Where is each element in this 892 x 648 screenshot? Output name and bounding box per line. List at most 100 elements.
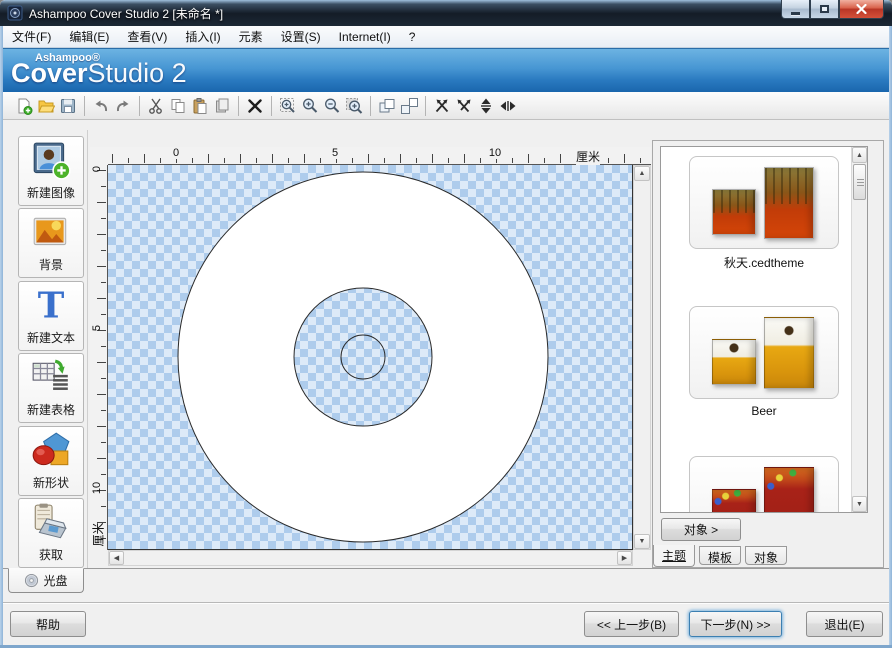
tab-template[interactable]: 模板 [699,546,741,565]
scroll-up-arrow[interactable]: ▲ [852,147,867,163]
menu-settings[interactable]: 设置(S) [272,25,330,48]
menu-view[interactable]: 查看(V) [118,25,176,48]
template-item-beer[interactable]: Beer [661,306,867,447]
scroll-up-arrow[interactable]: ▲ [634,166,650,181]
next-button[interactable]: 下一步(N) >> [689,611,782,637]
tab-theme[interactable]: 主题 [653,545,695,567]
delete-button[interactable] [244,95,266,117]
canvas-horizontal-scrollbar[interactable]: ◀ ▶ [108,550,633,566]
sidebar-button-new-image[interactable]: 新建图像 [18,136,84,206]
mirror-horizontal-button[interactable] [431,95,453,117]
scroll-down-arrow[interactable]: ▼ [634,534,650,549]
redo-icon [114,97,132,115]
distribute-vertical-icon [477,97,495,115]
product-rest: Studio 2 [88,58,187,88]
distribute-vertical-button[interactable] [475,95,497,117]
sidebar-label: 背景 [39,256,63,273]
scroll-right-arrow[interactable]: ▶ [617,551,632,565]
window-controls [781,0,884,19]
app-icon [7,5,23,21]
save-button[interactable] [57,95,79,117]
group-button[interactable] [376,95,398,117]
product-logo: CoverStudio 2 [11,60,889,86]
menu-internet[interactable]: Internet(I) [330,27,400,47]
paste-button[interactable] [189,95,211,117]
template-thumbnail[interactable] [689,456,839,513]
template-case-back [764,167,814,239]
scrollbar-thumb[interactable] [853,164,866,200]
zoom-fit-button[interactable] [343,95,365,117]
template-scrollbar[interactable]: ▲ ▼ [851,147,867,512]
h-ruler-label: 0 [171,147,181,159]
duplicate-button[interactable] [211,95,233,117]
scroll-left-arrow[interactable]: ◀ [109,551,124,565]
menu-element[interactable]: 元素 [230,25,272,48]
template-thumbnail[interactable] [689,306,839,399]
template-thumbnail[interactable] [689,156,839,249]
close-button[interactable] [839,0,884,19]
open-folder-button[interactable] [35,95,57,117]
sidebar-button-background[interactable]: 背景 [18,208,84,278]
toolbar [3,92,889,120]
new-text-icon: T [30,285,72,327]
minimize-button[interactable] [781,0,810,19]
sidebar-button-acquire[interactable]: 获取 [18,498,84,568]
sidebar-button-new-table[interactable]: 新建表格 [18,353,84,423]
sidebar-label: 新建表格 [27,401,75,418]
window-title: Ashampoo Cover Studio 2 [未命名 *] [29,5,223,22]
menu-help[interactable]: ? [400,27,425,47]
template-item-autumn[interactable]: 秋天.cedtheme [661,156,867,297]
tab-disc-page[interactable]: 光盘 [8,568,84,593]
ungroup-button[interactable] [398,95,420,117]
zoom-out-button[interactable] [321,95,343,117]
new-image-icon [30,140,72,182]
new-document-icon [15,97,33,115]
new-document-button[interactable] [13,95,35,117]
copy-button[interactable] [167,95,189,117]
undo-button[interactable] [90,95,112,117]
h-ruler-label: 10 [487,147,503,159]
scrollbar-grip [857,179,864,187]
menu-file[interactable]: 文件(F) [3,25,60,48]
tab-object[interactable]: 对象 [745,546,787,565]
disc-center-hole [341,335,385,379]
template-case-front [712,339,756,385]
sidebar-label: 获取 [39,546,63,563]
v-ruler-label: 0 [91,158,103,180]
zoom-selection-button[interactable] [277,95,299,117]
redo-button[interactable] [112,95,134,117]
sidebar-button-new-shape[interactable]: 新形状 [18,426,84,496]
sidebar-button-new-text[interactable]: T 新建文本 [18,281,84,351]
menu-edit[interactable]: 编辑(E) [60,25,118,48]
menu-insert[interactable]: 插入(I) [176,25,229,48]
product-bold: Cover [11,58,88,88]
minimize-icon [791,12,800,15]
object-button[interactable]: 对象 > [661,518,741,541]
sidebar-label: 新形状 [33,474,69,491]
new-shape-icon [30,430,72,472]
distribute-horizontal-button[interactable] [497,95,519,117]
cut-icon [147,97,165,115]
back-button[interactable]: << 上一步(B) [584,611,679,637]
toolbar-separator [238,96,239,116]
exit-button[interactable]: 退出(E) [806,611,883,637]
disc-outline[interactable] [108,165,633,550]
save-icon [59,97,77,115]
maximize-button[interactable] [810,0,839,19]
scroll-down-arrow[interactable]: ▼ [852,496,867,512]
zoom-fit-icon [345,97,363,115]
title-bar: Ashampoo Cover Studio 2 [未命名 *] [0,0,892,26]
help-button[interactable]: 帮助 [10,611,86,637]
sidebar-label: 新建图像 [27,184,75,201]
mirror-vertical-button[interactable] [453,95,475,117]
new-table-icon [30,357,72,399]
canvas-vertical-scrollbar[interactable]: ▲ ▼ [633,165,651,550]
separator [3,603,889,604]
cut-button[interactable] [145,95,167,117]
zoom-in-button[interactable] [299,95,321,117]
mirror-horizontal-icon [433,97,451,115]
disc-body[interactable] [178,172,548,542]
design-canvas[interactable] [108,165,633,550]
template-item-party[interactable] [661,456,867,513]
maximize-icon [820,5,829,13]
